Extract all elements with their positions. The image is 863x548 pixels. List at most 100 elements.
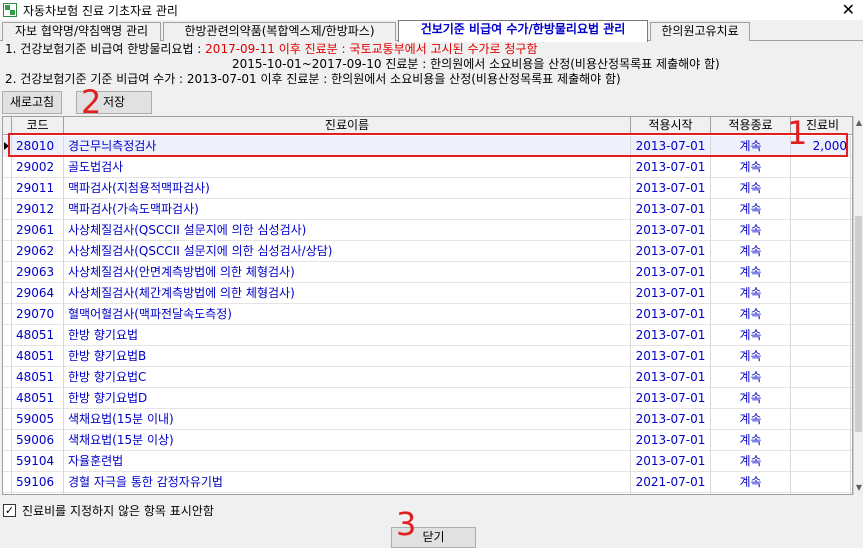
- table-row[interactable]: 29061 사상체질검사(QSCCII 설문지에 의한 심성검사) 2013-07-…: [3, 220, 852, 241]
- table-row[interactable]: 28010 경근무늬측정검사 2013-07-01 계속 2,000: [3, 136, 852, 157]
- cell-start[interactable]: 2013-07-01: [631, 136, 711, 157]
- cell-code[interactable]: 59005: [12, 409, 64, 430]
- cell-end[interactable]: 계속: [711, 409, 791, 430]
- cell-end[interactable]: 계속: [711, 367, 791, 388]
- cell-fee[interactable]: [791, 325, 851, 346]
- cell-fee[interactable]: [791, 388, 851, 409]
- table-row[interactable]: 59104 자율훈련법 2013-07-01 계속: [3, 451, 852, 472]
- cell-fee[interactable]: [791, 367, 851, 388]
- cell-code[interactable]: 48051: [12, 325, 64, 346]
- header-end[interactable]: 적용종료: [711, 117, 791, 135]
- cell-code[interactable]: 48051: [12, 346, 64, 367]
- cell-fee[interactable]: [791, 178, 851, 199]
- table-row[interactable]: 29063 사상체질검사(안면계측방법에 의한 체형검사) 2013-07-01 계속: [3, 262, 852, 283]
- table-row[interactable]: 29011 맥파검사(지첨용적맥파검사) 2013-07-01 계속: [3, 178, 852, 199]
- header-name[interactable]: 진료이름: [64, 117, 631, 135]
- table-row[interactable]: 29062 사상체질검사(QSCCII 설문지에 의한 심성검사/상담) 2013-…: [3, 241, 852, 262]
- cell-name[interactable]: 경혈 자극을 통한 감정자유기법: [64, 472, 631, 493]
- scroll-up-icon[interactable]: ▲: [854, 116, 863, 130]
- cell-start[interactable]: 2013-07-01: [631, 388, 711, 409]
- cell-start[interactable]: 2013-07-01: [631, 262, 711, 283]
- cell-end[interactable]: 계속: [711, 157, 791, 178]
- cell-name[interactable]: 한방 향기요법C: [64, 367, 631, 388]
- cell-fee[interactable]: [791, 304, 851, 325]
- cell-fee[interactable]: [791, 451, 851, 472]
- cell-code[interactable]: 29063: [12, 262, 64, 283]
- cell-name[interactable]: 사상체질검사(QSCCII 설문지에 의한 심성검사): [64, 220, 631, 241]
- cell-name[interactable]: 사상체질검사(체간계측방법에 의한 체형검사): [64, 283, 631, 304]
- table-row[interactable]: 59005 색채요법(15분 이내) 2013-07-01 계속: [3, 409, 852, 430]
- cell-end[interactable]: 계속: [711, 262, 791, 283]
- table-row[interactable]: 48051 한방 향기요법B 2013-07-01 계속: [3, 346, 852, 367]
- cell-fee[interactable]: [791, 493, 851, 494]
- cell-end[interactable]: 계속: [711, 178, 791, 199]
- tab-jabo-agreement[interactable]: 자보 협약명/약침액명 관리: [2, 22, 161, 41]
- cell-end[interactable]: 계속: [711, 493, 791, 494]
- tab-herbal-medicine[interactable]: 한방관련의약품(복합엑스제/한방파스): [163, 22, 396, 41]
- cell-code[interactable]: 59106: [12, 472, 64, 493]
- scroll-down-icon[interactable]: ▼: [854, 481, 863, 495]
- cell-start[interactable]: 2013-07-01: [631, 325, 711, 346]
- table-row[interactable]: 29012 맥파검사(가속도맥파검사) 2013-07-01 계속: [3, 199, 852, 220]
- hide-unset-fee-option[interactable]: ✓ 진료비를 지정하지 않은 항목 표시안함: [3, 502, 214, 518]
- header-start[interactable]: 적용시작: [631, 117, 711, 135]
- cell-end[interactable]: 계속: [711, 220, 791, 241]
- table-row[interactable]: 48051 한방 향기요법 2013-07-01 계속: [3, 325, 852, 346]
- scroll-thumb[interactable]: [855, 216, 862, 432]
- cell-name[interactable]: 경근무늬측정검사: [64, 136, 631, 157]
- cell-code[interactable]: 29062: [12, 241, 64, 262]
- cell-fee[interactable]: [791, 409, 851, 430]
- cell-code[interactable]: 29064: [12, 283, 64, 304]
- cell-start[interactable]: 2013-07-01: [631, 241, 711, 262]
- cell-code[interactable]: 28010: [12, 136, 64, 157]
- cell-fee[interactable]: [791, 262, 851, 283]
- cell-code[interactable]: 59106: [12, 493, 64, 494]
- cell-name[interactable]: 혈맥어혈검사(맥파전달속도측정): [64, 304, 631, 325]
- cell-fee[interactable]: [791, 199, 851, 220]
- cell-name[interactable]: 골도법검사: [64, 157, 631, 178]
- table-row[interactable]: 59006 색채요법(15분 이상) 2013-07-01 계속: [3, 430, 852, 451]
- cell-start[interactable]: 2013-07-01: [631, 178, 711, 199]
- table-row[interactable]: 29002 골도법검사 2013-07-01 계속: [3, 157, 852, 178]
- hide-unset-fee-checkbox[interactable]: ✓: [3, 503, 16, 517]
- cell-fee[interactable]: [791, 346, 851, 367]
- cell-start[interactable]: 2013-07-01: [631, 451, 711, 472]
- cell-end[interactable]: 계속: [711, 241, 791, 262]
- cell-start[interactable]: 2013-07-01: [631, 430, 711, 451]
- cell-fee[interactable]: [791, 220, 851, 241]
- cell-fee[interactable]: [791, 157, 851, 178]
- cell-name[interactable]: 한방 향기요법: [64, 325, 631, 346]
- cell-end[interactable]: 계속: [711, 472, 791, 493]
- tab-clinic-treatment[interactable]: 한의원고유치료: [650, 22, 750, 41]
- cell-name[interactable]: 한방 향기요법D: [64, 388, 631, 409]
- cell-code[interactable]: 29011: [12, 178, 64, 199]
- cell-start[interactable]: 2013-07-01: [631, 346, 711, 367]
- cell-start[interactable]: 2013-07-01: [631, 367, 711, 388]
- cell-code[interactable]: 29012: [12, 199, 64, 220]
- cell-code[interactable]: 29002: [12, 157, 64, 178]
- cell-end[interactable]: 계속: [711, 451, 791, 472]
- refresh-button[interactable]: 새로고침: [2, 91, 62, 114]
- cell-fee[interactable]: [791, 283, 851, 304]
- cell-name[interactable]: 경혈 자극을 통한 감정자유기법: [64, 493, 631, 494]
- cell-code[interactable]: 29061: [12, 220, 64, 241]
- cell-end[interactable]: 계속: [711, 346, 791, 367]
- cell-code[interactable]: 59006: [12, 430, 64, 451]
- cell-end[interactable]: 계속: [711, 136, 791, 157]
- cell-end[interactable]: 계속: [711, 304, 791, 325]
- cell-name[interactable]: 맥파검사(가속도맥파검사): [64, 199, 631, 220]
- cell-fee[interactable]: [791, 472, 851, 493]
- window-close-button[interactable]: ✕: [842, 1, 855, 19]
- table-scrollbar[interactable]: ▲ ▼: [853, 116, 863, 495]
- tab-noncovered-fee[interactable]: 건보기준 비급여 수가/한방물리요법 관리: [398, 20, 648, 42]
- cell-name[interactable]: 사상체질검사(QSCCII 설문지에 의한 심성검사/상담): [64, 241, 631, 262]
- cell-start[interactable]: 2013-07-01: [631, 220, 711, 241]
- cell-fee[interactable]: [791, 241, 851, 262]
- cell-end[interactable]: 계속: [711, 430, 791, 451]
- table-row[interactable]: 59106경혈 자극을 통한 감정자유기법2021-07-01계속: [3, 493, 852, 494]
- cell-start[interactable]: 2013-07-01: [631, 157, 711, 178]
- cell-start[interactable]: 2013-07-01: [631, 409, 711, 430]
- cell-end[interactable]: 계속: [711, 199, 791, 220]
- cell-name[interactable]: 색채요법(15분 이상): [64, 430, 631, 451]
- table-row[interactable]: 48051 한방 향기요법C 2013-07-01 계속: [3, 367, 852, 388]
